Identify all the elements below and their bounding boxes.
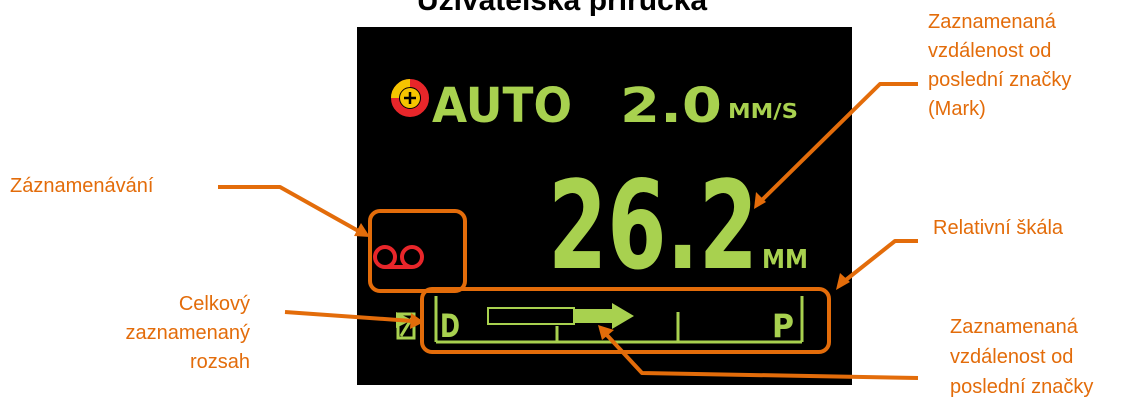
- mark-distance-arrow: [574, 303, 634, 329]
- callout-line: Zaznamenaná: [928, 11, 1056, 33]
- callout-line: zaznamenaný: [125, 322, 250, 344]
- distance-bottom-callout-line: [603, 331, 919, 380]
- callout-distance-bottom: Zaznamenaná vzdálenost od poslední značk…: [950, 312, 1093, 402]
- recording-callout-line: [218, 185, 363, 235]
- speed-value: 2.0: [620, 78, 722, 134]
- record-tape-icon: [373, 245, 424, 269]
- callout-recording: Záznamenávání: [10, 175, 154, 197]
- distance-value: 26.2: [548, 155, 758, 297]
- callout-line: (Mark): [928, 98, 986, 120]
- scale-right-letter: P: [772, 307, 794, 345]
- callout-distance-top: Zaznamenaná vzdálenost od poslední značk…: [928, 8, 1071, 124]
- callout-relative-scale: Relativní škála: [933, 217, 1064, 239]
- callout-line: rozsah: [189, 351, 250, 373]
- distance-unit: MM: [762, 245, 808, 275]
- callout-total-range: Celkový zaznamenaný rozsah: [90, 290, 250, 377]
- callout-line: poslední značky: [950, 376, 1094, 398]
- scale-left-letter: D: [440, 307, 460, 345]
- mode-text: AUTO: [432, 78, 572, 134]
- callout-line: Celkový: [178, 293, 250, 315]
- relative-scale-bar: D P: [434, 296, 804, 345]
- callout-line: vzdálenost od: [950, 346, 1074, 368]
- total-range-callout-line: [284, 310, 413, 323]
- gauge-plus-icon: [391, 79, 429, 117]
- callout-line: vzdálenost od: [928, 40, 1052, 62]
- callout-line: poslední značky: [928, 69, 1072, 91]
- callout-line: Zaznamenaná: [950, 316, 1078, 338]
- speed-unit: MM/S: [728, 99, 798, 123]
- total-range-bar: [487, 307, 575, 325]
- scale-callout-line: [840, 239, 918, 285]
